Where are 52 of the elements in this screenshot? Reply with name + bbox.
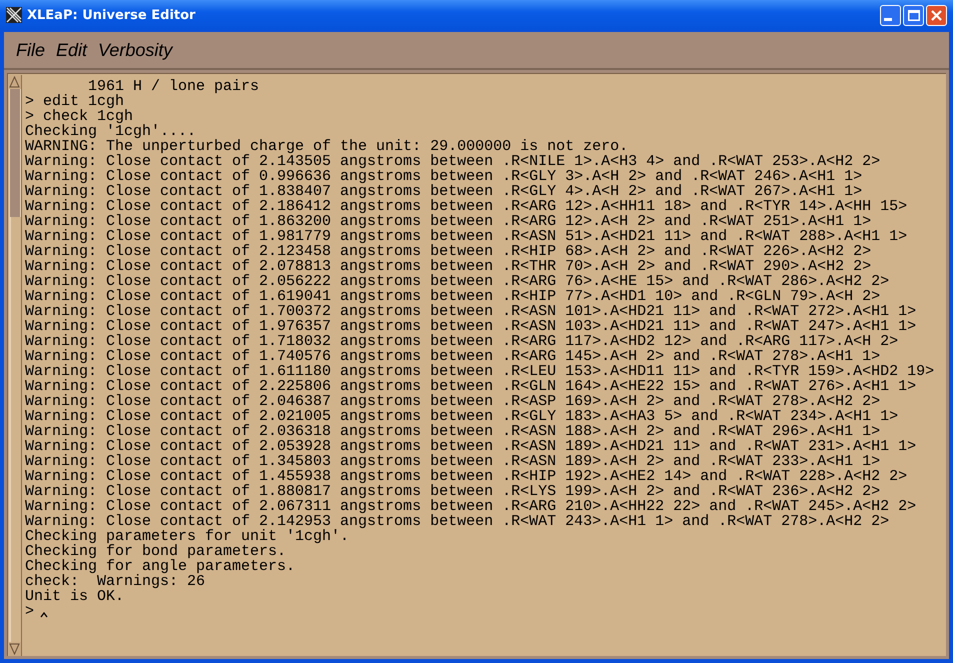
console-line: Warning: Close contact of 1.345803 angstroms between .R<ASN 189>.A<H 2> and .R<WAT 233>.A<H1 1> (25, 454, 882, 469)
console-line: Warning: Close contact of 2.036318 angstroms between .R<ASN 188>.A<H 2> and .R<WAT 296>.A<H1 1> (25, 424, 882, 439)
app-icon (6, 7, 22, 23)
console-line: Warning: Close contact of 2.225806 angstroms between .R<GLN 164>.A<HE22 15> and .R<WAT 276>.A<H1 1> (25, 379, 918, 394)
console-line: Warning: Close contact of 1.455938 angstroms between .R<HIP 192>.A<HE2 14> and .R<WAT 228>.A<H2 2> (25, 469, 908, 484)
prompt: > (25, 604, 34, 619)
console-line: check: Warnings: 26 (25, 574, 206, 589)
minimize-icon (884, 18, 892, 20)
console-line: Warning: Close contact of 2.056222 angstroms between .R<ARG 76>.A<HE 15> and .R<WAT 286>.A<H2 2> (25, 274, 890, 289)
minimize-button[interactable] (880, 4, 901, 26)
console-line: Checking for bond parameters. (25, 544, 288, 559)
console-line: Unit is OK. (25, 589, 124, 604)
console-line: Warning: Close contact of 1.740576 angstroms between .R<ARG 145>.A<H 2> and .R<WAT 278>.A<H1 1> (25, 349, 882, 364)
text-cursor-icon (40, 612, 48, 618)
console-line: Warning: Close contact of 1.880817 angstroms between .R<LYS 199>.A<H 2> and .R<WAT 236>.A<H2 2> (25, 484, 882, 499)
console-line: > check 1cgh (25, 109, 134, 124)
console-line: Warning: Close contact of 1.976357 angstroms between .R<ASN 103>.A<HD21 11> and .R<WAT 247>.A<H1 1> (25, 319, 918, 334)
console-line: 1961 H / lone pairs (87, 79, 260, 94)
console-line: Warning: Close contact of 2.053928 angstroms between .R<ASN 189>.A<HD21 11> and .R<WAT 231>.A<H1 1> (25, 439, 918, 454)
console-line: Warning: Close contact of 1.700372 angstroms between .R<ASN 101>.A<HD21 11> and .R<WAT 272>.A<H1 1> (25, 304, 918, 319)
maximize-icon (908, 10, 920, 20)
console-line: Warning: Close contact of 2.143505 angstroms between .R<NILE 1>.A<H3 4> and .R<WAT 253>.A<H2 2> (25, 154, 882, 169)
console-line: Warning: Close contact of 1.619041 angstroms between .R<HIP 77>.A<HD1 10> and .R<GLN 79>.A<H 2> (25, 289, 882, 304)
scroll-down-icon[interactable] (9, 643, 20, 655)
console-line: Warning: Close contact of 2.021005 angstroms between .R<GLY 183>.A<HA3 5> and .R<WAT 234>.A<H1 1> (25, 409, 900, 424)
console-line: Warning: Close contact of 2.123458 angstroms between .R<HIP 68>.A<H 2> and .R<WAT 226>.A<H2 2> (25, 244, 872, 259)
close-icon (931, 10, 942, 20)
console-line: Warning: Close contact of 1.838407 angstroms between .R<GLY 4>.A<H 2> and .R<WAT 267>.A<H1 1> (25, 184, 864, 199)
window-title: XLEaP: Universe Editor (27, 8, 196, 22)
console-line: Checking '1cgh'.... (25, 124, 196, 139)
menu-item[interactable]: Edit (52, 40, 94, 60)
close-button[interactable] (926, 4, 947, 26)
console-line: Warning: Close contact of 2.067311 angstroms between .R<ARG 210>.A<HH22 22> and .R<WAT 245>.A<H2 2> (25, 499, 918, 514)
console-line: Warning: Close contact of 2.142953 angstroms between .R<WAT 243>.A<H1 1> and .R<WAT 278>.A<H2 2> (25, 514, 890, 529)
console-line: Warning: Close contact of 1.863200 angstroms between .R<ARG 12>.A<H 2> and .R<WAT 251>.A<H1 1> (25, 214, 872, 229)
scroll-thumb[interactable] (9, 89, 21, 217)
console-line: Warning: Close contact of 2.078813 angstroms between .R<THR 70>.A<H 2> and .R<WAT 290>.A<H2 2> (25, 259, 872, 274)
console-line: Warning: Close contact of 2.046387 angstroms between .R<ASP 169>.A<H 2> and .R<WAT 278>.A<H2 2> (25, 394, 882, 409)
console-line: Warning: Close contact of 2.186412 angstroms between .R<ARG 12>.A<HH11 18> and .R<TYR 14>.A<HH 15> (25, 199, 908, 214)
console-line: > edit 1cgh (25, 94, 124, 109)
console-line: Warning: Close contact of 1.611180 angstroms between .R<LEU 153>.A<HD11 11> and .R<TYR 159>.A<HD2 19> (25, 364, 934, 379)
menu-item[interactable]: File (12, 40, 52, 60)
console-line: Checking parameters for unit '1cgh'. (25, 529, 350, 544)
scroll-bar[interactable] (9, 75, 22, 656)
console-line: WARNING: The unperturbed charge of the unit: 29.000000 is not zero. (25, 139, 630, 154)
console-line: Warning: Close contact of 1.718032 angstroms between .R<ARG 117>.A<HD2 12> and .R<ARG 117>.A<H 2> (25, 334, 900, 349)
console-line: Checking for angle parameters. (25, 559, 296, 574)
menu-item[interactable]: Verbosity (94, 40, 180, 60)
maximize-button[interactable] (903, 4, 924, 26)
console-line: Warning: Close contact of 1.981779 angstroms between .R<ASN 51>.A<HD21 11> and .R<WAT 288>.A<H1 1> (25, 229, 908, 244)
scroll-up-icon[interactable] (9, 76, 20, 88)
console-line: Warning: Close contact of 0.996636 angstroms between .R<GLY 3>.A<H 2> and .R<WAT 246>.A<H1 1> (25, 169, 864, 184)
